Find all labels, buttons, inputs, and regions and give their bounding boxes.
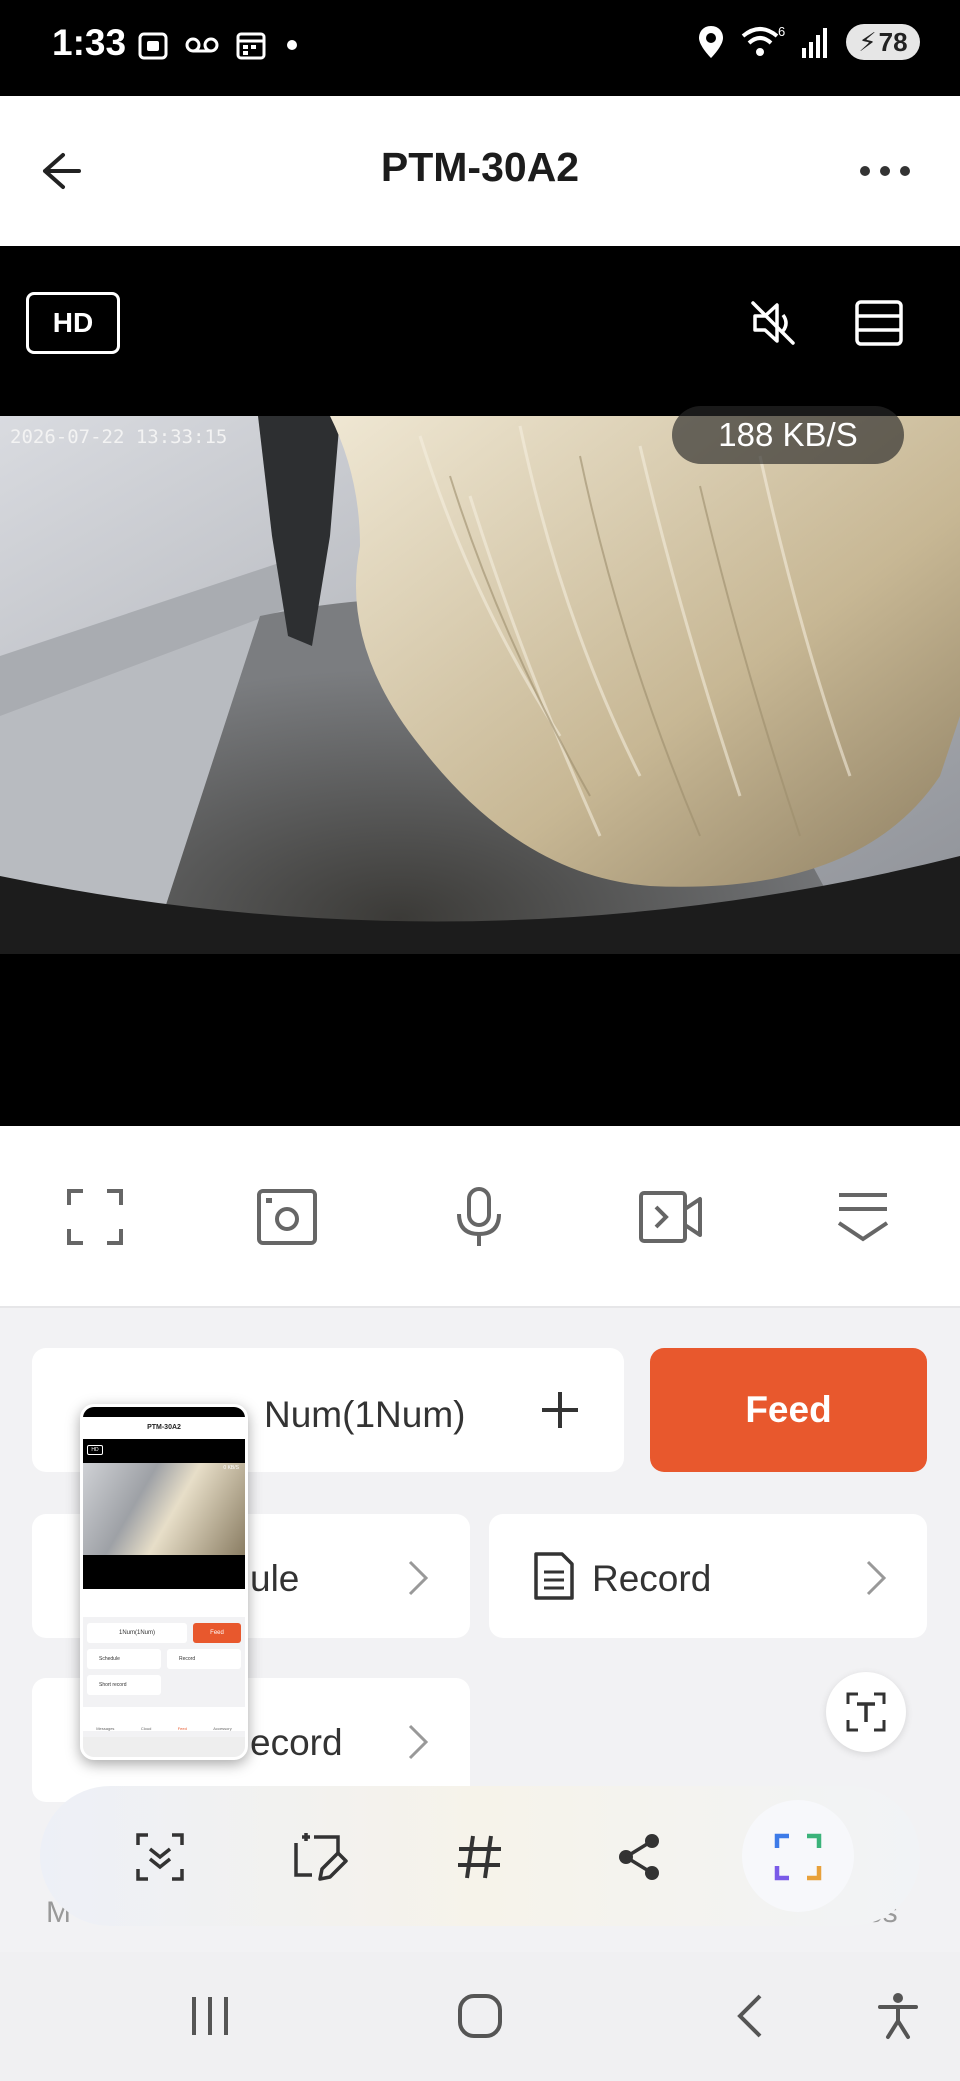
accessibility-button[interactable] [866, 1984, 930, 2048]
thumbnail-tabbar: Messages Cloud Feed Accessory [83, 1707, 245, 1731]
record-label: Record [592, 1558, 712, 1599]
battery-level: 78 [878, 26, 908, 57]
location-icon [699, 26, 723, 58]
system-icons: 6 ⚡ 78 [696, 24, 920, 60]
thumbnail-rate: 0 KB/S [223, 1465, 239, 1471]
document-icon [534, 1552, 574, 1600]
svg-text:6: 6 [778, 24, 785, 39]
thumbnail-record: Record [167, 1649, 241, 1669]
chevron-right-icon [408, 1560, 429, 1596]
fullscreen-button[interactable] [54, 1176, 136, 1258]
microphone-icon [457, 1187, 501, 1246]
plus-icon [542, 1392, 578, 1428]
calendar-icon [236, 32, 266, 60]
data-rate-badge: 188 KB/S [672, 406, 904, 464]
extract-text-button[interactable] [826, 1672, 906, 1752]
status-bar: 1:33 6 ⚡ 78 [0, 0, 960, 96]
camera-feed-image [0, 416, 960, 954]
dot-indicator-icon [287, 40, 297, 50]
screenshot-notification-icon [138, 32, 168, 60]
draw-crop-icon [294, 1833, 348, 1881]
hashtag-button[interactable] [444, 1821, 516, 1893]
layout-icon [855, 300, 903, 346]
thumbnail-short-record: Short record [87, 1675, 161, 1695]
hd-quality-button[interactable]: HD [26, 292, 120, 354]
page-title: PTM-30A2 [380, 144, 580, 190]
screenshot-preview-thumbnail[interactable]: PTM-30A2 HD 0 KB/S 1Num(1Num) Feed Sched… [80, 1404, 248, 1760]
video-timestamp: 2026-07-22 13:33:15 [10, 426, 228, 448]
home-button[interactable] [448, 1984, 512, 2048]
fullscreen-icon [67, 1189, 123, 1245]
chevron-left-icon [737, 1994, 762, 2038]
thumbnail-title: PTM-30A2 [83, 1417, 245, 1439]
thumbnail-hd: HD [87, 1445, 103, 1455]
system-back-button[interactable] [718, 1984, 782, 2048]
status-time: 1:33 [52, 22, 127, 63]
chevron-right-icon [408, 1724, 429, 1760]
voicemail-icon [185, 37, 219, 53]
charging-bolt-icon: ⚡ [858, 26, 877, 57]
smart-select-icon [774, 1833, 822, 1881]
scroll-capture-button[interactable] [124, 1821, 196, 1893]
wifi-icon: 6 [741, 24, 785, 56]
schedule-label: ule [250, 1558, 300, 1599]
smart-select-icon-wrap [762, 1821, 834, 1893]
chevron-right-icon [866, 1560, 887, 1596]
draw-button[interactable] [284, 1821, 356, 1893]
thumbnail-schedule: Schedule [87, 1649, 161, 1669]
accessibility-icon [878, 1993, 918, 2039]
quantity-label: Num(1Num) [264, 1394, 466, 1435]
signal-icon [802, 28, 827, 58]
notification-icons [136, 28, 302, 62]
more-dots-icon [860, 166, 910, 176]
text-scan-icon [846, 1692, 886, 1732]
snapshot-button[interactable] [246, 1176, 328, 1258]
quantity-increase-button[interactable] [532, 1382, 588, 1438]
thumbnail-qty: 1Num(1Num) [87, 1623, 187, 1643]
app-header: PTM-30A2 [0, 96, 960, 246]
record-video-icon [639, 1191, 702, 1243]
speaker-muted-icon [751, 301, 795, 345]
recent-apps-icon [192, 1997, 228, 2035]
mute-button[interactable] [742, 292, 804, 354]
collapse-button[interactable] [822, 1176, 904, 1258]
feed-button[interactable]: Feed [650, 1348, 927, 1472]
home-icon [458, 1994, 502, 2038]
collapse-icon [837, 1193, 889, 1242]
battery-indicator: ⚡ 78 [846, 24, 920, 60]
hashtag-icon [458, 1835, 501, 1879]
snapshot-icon [257, 1189, 317, 1245]
record-video-button[interactable] [630, 1176, 712, 1258]
microphone-button[interactable] [438, 1176, 520, 1258]
share-button[interactable] [604, 1821, 676, 1893]
recent-apps-button[interactable] [180, 1984, 240, 2048]
share-icon [619, 1834, 659, 1880]
scroll-capture-icon [136, 1833, 184, 1881]
layout-toggle-button[interactable] [848, 292, 910, 354]
short-record-label: ecord [250, 1722, 343, 1763]
more-options-button[interactable] [850, 136, 920, 206]
thumbnail-feed-image [83, 1463, 245, 1555]
thumbnail-feed: Feed [193, 1623, 241, 1643]
